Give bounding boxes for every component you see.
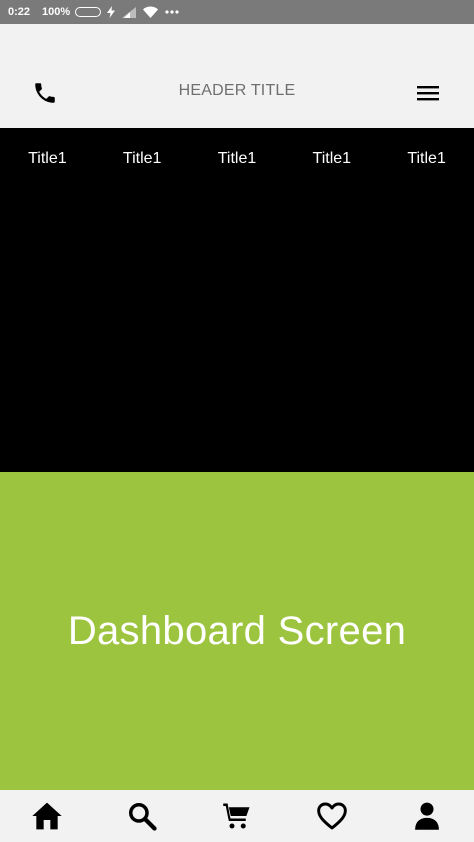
nav-favorites[interactable] [284,790,379,842]
charging-bolt-icon [107,6,116,18]
menu-icon[interactable] [416,83,440,103]
status-bar: 0:22 100% [0,0,474,24]
signal-icon [122,6,137,18]
app-header: HEADER TITLE [0,24,474,128]
search-icon [129,803,157,831]
status-time: 0:22 [8,6,31,18]
bottom-navigation [0,790,474,842]
tab-title1-3[interactable]: Title1 [190,128,285,190]
nav-home[interactable] [0,790,95,842]
more-dots-icon [165,10,179,14]
tab-panel: Title1 Title1 Title1 Title1 Title1 [0,128,474,472]
dashboard-content: Dashboard Screen [0,472,474,790]
nav-cart[interactable] [190,790,285,842]
header-title: HEADER TITLE [178,82,296,99]
wifi-icon [143,6,159,18]
nav-search[interactable] [95,790,190,842]
tab-title1-2[interactable]: Title1 [95,128,190,190]
screen-title: Dashboard Screen [67,608,407,653]
tab-title1-1[interactable]: Title1 [0,128,95,190]
cart-icon [223,803,250,829]
tab-title1-4[interactable]: Title1 [284,128,379,190]
tab-title1-5[interactable]: Title1 [379,128,474,190]
home-icon [32,802,63,830]
battery-icon [75,7,102,17]
nav-profile[interactable] [379,790,474,842]
heart-icon [316,802,347,830]
profile-icon [414,802,439,830]
tab-bar: Title1 Title1 Title1 Title1 Title1 [0,128,474,190]
battery-percent: 100% [42,6,71,18]
